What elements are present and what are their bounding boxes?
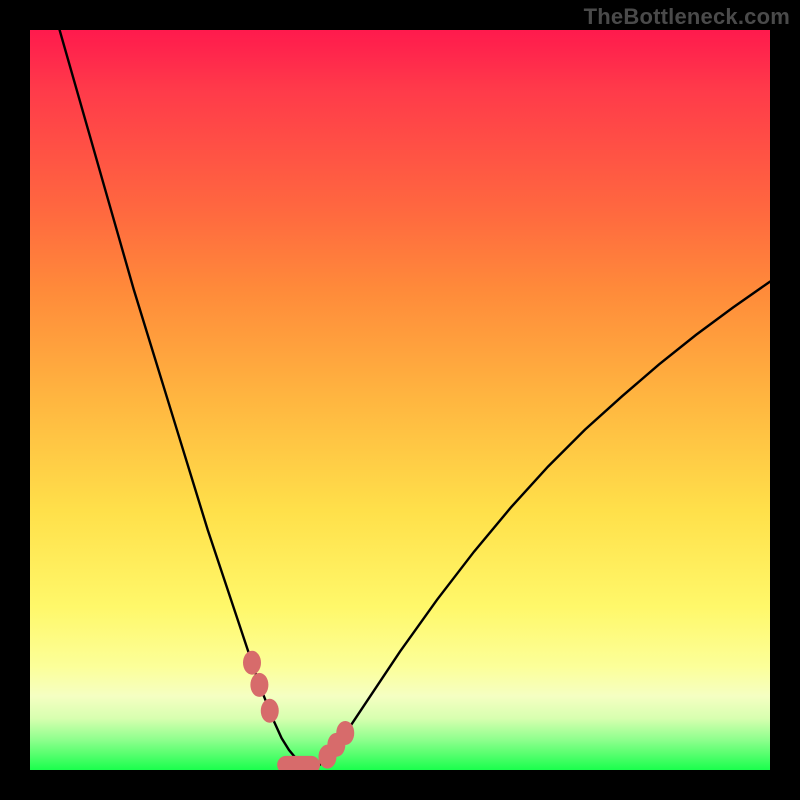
marker-dot	[250, 673, 268, 697]
outer-frame: TheBottleneck.com	[0, 0, 800, 800]
marker-dot	[243, 651, 261, 675]
marker-bar	[277, 756, 320, 770]
plot-area	[30, 30, 770, 770]
chart-svg	[30, 30, 770, 770]
marker-cluster	[243, 651, 354, 770]
bottleneck-curve	[60, 30, 770, 767]
marker-dot	[336, 721, 354, 745]
watermark-text: TheBottleneck.com	[584, 4, 790, 30]
marker-dot	[261, 699, 279, 723]
